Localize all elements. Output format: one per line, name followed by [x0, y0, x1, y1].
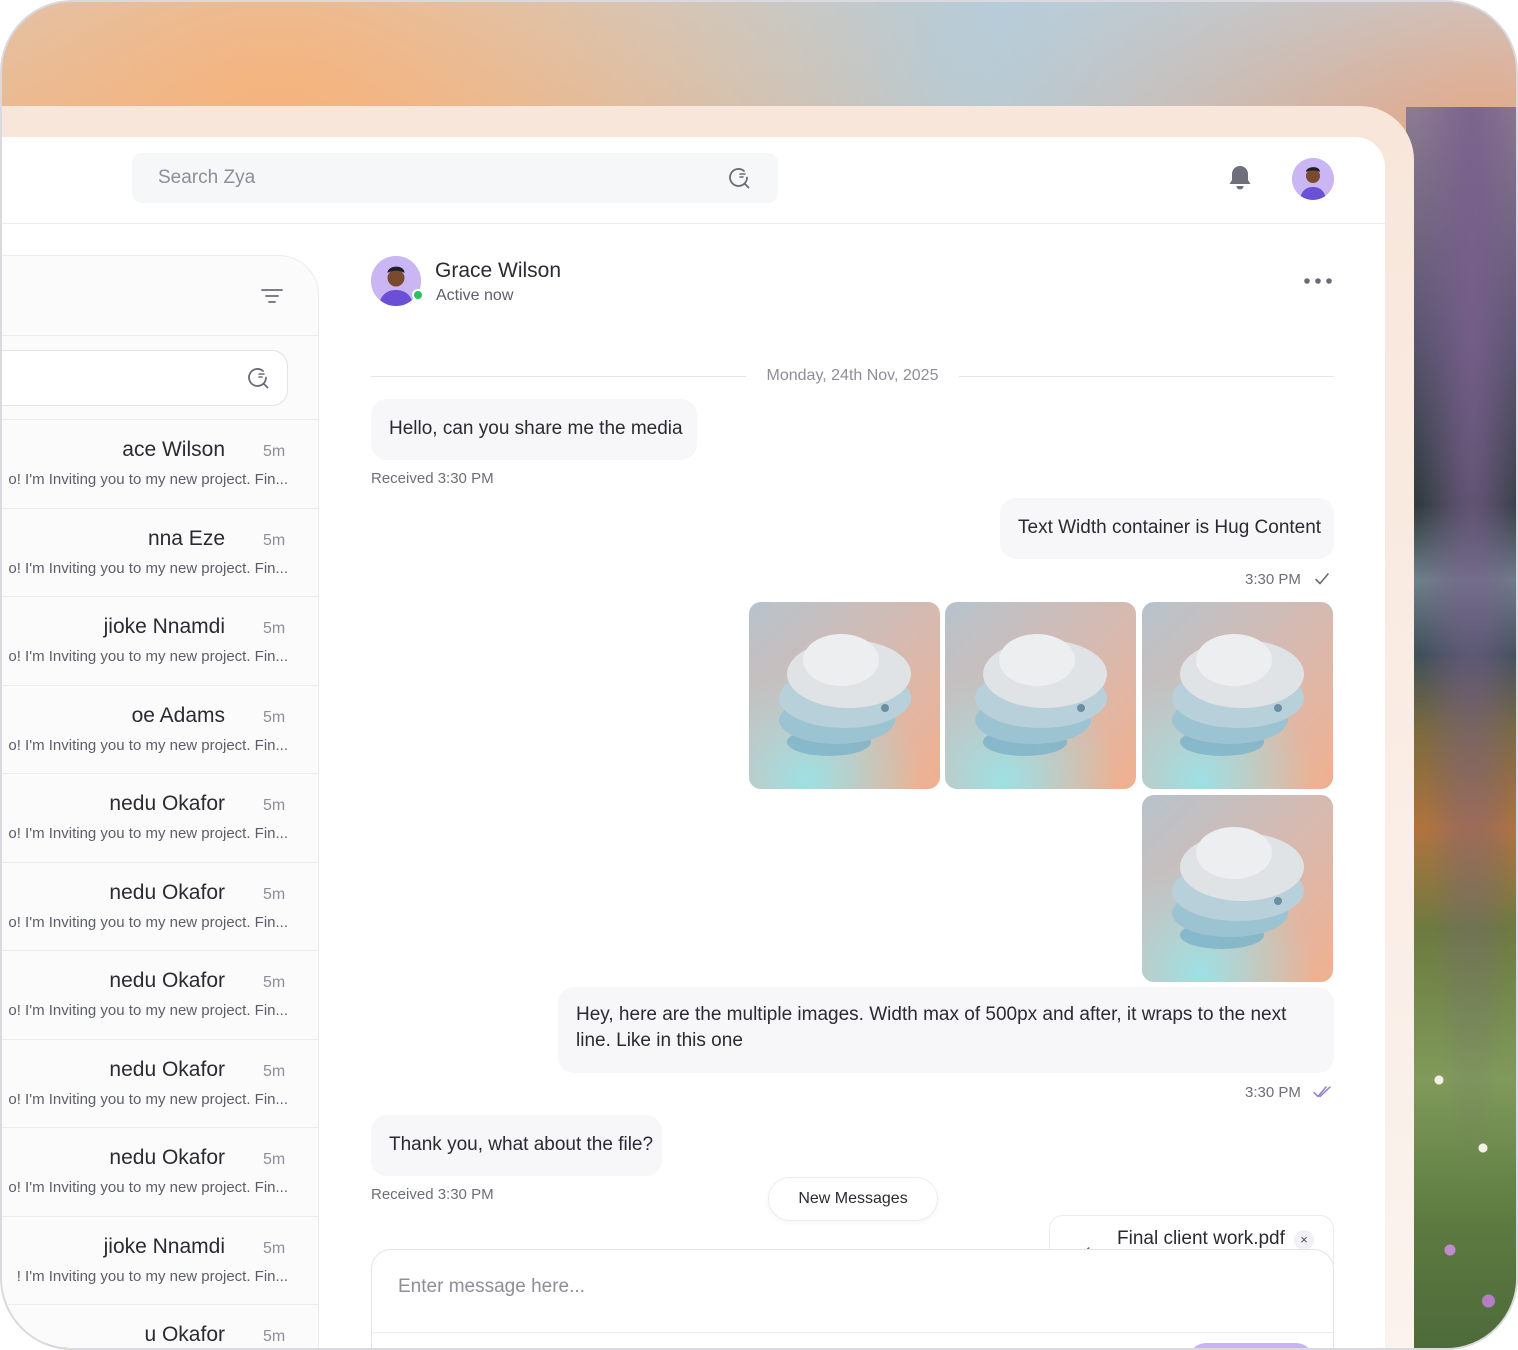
chat-contact-name: nna Eze: [147, 526, 225, 550]
chat-list-item[interactable]: ace Wilson 5m o! I'm Inviting you to my ne…: [2, 420, 318, 509]
chat-list-item[interactable]: u Okafor 5m: [2, 1305, 318, 1348]
top-bar: Search Zya: [2, 137, 1385, 224]
message-bubble-received[interactable]: Thank you, what about the file?: [371, 1115, 662, 1176]
chat-time: 5m: [263, 974, 286, 991]
chat-preview: o! I'm Inviting you to my new project. F…: [8, 1090, 288, 1108]
message-text: Text Width container is Hug Content: [1018, 517, 1322, 538]
chat-contact-name: jioke Nnamdi: [103, 1234, 225, 1258]
message-bubble-sent[interactable]: Hey, here are the multiple images. Width…: [558, 987, 1334, 1073]
chat-time: 5m: [263, 1062, 286, 1080]
chat-contact-name: nedu Okafor: [109, 1057, 225, 1081]
message-meta: 3:30 PM: [1245, 1084, 1301, 1101]
chat-time: 5m: [263, 885, 286, 903]
bell-icon[interactable]: [1227, 164, 1253, 192]
messaging-app: Search Zya ace Wilson 5m o! I'm Inviting…: [2, 137, 1385, 1348]
close-icon[interactable]: ×: [1294, 1230, 1314, 1250]
global-search-placeholder: Search Zya: [158, 167, 256, 188]
read-double-check-icon: [1313, 1086, 1331, 1098]
background-painting: [1406, 107, 1516, 1348]
media-thumbnail[interactable]: [1142, 795, 1333, 982]
chat-time: 5m: [263, 797, 286, 814]
message-bubble-sent[interactable]: Text Width container is Hug Content: [1000, 498, 1334, 559]
date-divider: Monday, 24th Nov, 2025: [371, 365, 1334, 389]
chat-contact-name: nedu Okafor: [109, 792, 225, 815]
chat-list-item[interactable]: nedu Okafor 5m o! I'm Inviting you to my n…: [2, 863, 318, 951]
chat-contact-name: jioke Nnamdi: [103, 615, 225, 638]
message-input-placeholder: Enter message here...: [398, 1276, 585, 1297]
chat-list-item[interactable]: nedu Okafor 5m o! I'm Inviting you to my n…: [2, 1040, 318, 1128]
date-divider-label: Monday, 24th Nov, 2025: [766, 367, 939, 384]
chat-time: 5m: [263, 620, 286, 637]
chat-contact-name: ace Wilson: [122, 438, 225, 461]
sidebar-header: es: [2, 256, 318, 336]
chat-list-item[interactable]: nedu Okafor 5m o! I'm Inviting you to my n…: [2, 1128, 318, 1217]
chat-list-item[interactable]: nedu Okafor 5m o! I'm Inviting you to my n…: [2, 774, 318, 863]
chat-list-item[interactable]: nna Eze 5m o! I'm Inviting you to my new p…: [2, 509, 318, 597]
chat-preview: o! I'm Inviting you to my new project. F…: [8, 559, 288, 577]
chat-list-item[interactable]: oe Adams 5m o! I'm Inviting you to my new …: [2, 686, 318, 774]
chat-contact-name: oe Adams: [131, 703, 225, 727]
chat-time: 5m: [263, 1239, 286, 1257]
file-name: Final client work.pdf: [1117, 1228, 1285, 1249]
chat-preview: o! I'm Inviting you to my new project. F…: [8, 471, 288, 488]
contact-name: Grace Wilson: [435, 259, 562, 282]
chat-time: 5m: [263, 1151, 286, 1168]
message-composer[interactable]: Enter message here...: [371, 1249, 1334, 1348]
message-meta: Received 3:30 PM: [371, 470, 494, 487]
chat-search-input[interactable]: hats: [2, 350, 288, 406]
chat-preview: o! I'm Inviting you to my new project. F…: [8, 825, 288, 842]
chat-time: 5m: [263, 531, 286, 549]
device-frame: Search Zya ace Wilson 5m o! I'm Inviting…: [0, 0, 1518, 1350]
chat-preview: o! I'm Inviting you to my new project. F…: [8, 1179, 288, 1196]
more-options-icon[interactable]: [1303, 277, 1333, 285]
chat-preview: ! I'm Inviting you to my new project. Fi…: [16, 1267, 288, 1285]
chat-contact-name: nedu Okafor: [109, 969, 225, 992]
online-status-dot: [412, 289, 424, 301]
search-refresh-icon[interactable]: [726, 165, 752, 191]
chat-time: 5m: [263, 708, 286, 726]
message-text: Thank you, what about the file?: [389, 1134, 654, 1155]
contact-status: Active now: [436, 287, 514, 304]
new-messages-button[interactable]: New Messages: [768, 1177, 938, 1221]
chat-time: 5m: [263, 443, 286, 460]
filter-icon[interactable]: [260, 286, 284, 306]
global-search-input[interactable]: Search Zya: [132, 153, 778, 203]
chat-time: 5m: [263, 1328, 286, 1345]
chat-contact-name: nedu Okafor: [109, 1146, 225, 1169]
chat-list-item[interactable]: jioke Nnamdi 5m ! I'm Inviting you to my n…: [2, 1217, 318, 1305]
media-thumbnail[interactable]: [1142, 602, 1333, 789]
message-meta: Received 3:30 PM: [371, 1186, 494, 1203]
composer-divider: [372, 1332, 1333, 1333]
message-bubble-received[interactable]: Hello, can you share me the media: [371, 399, 697, 460]
user-avatar[interactable]: [1292, 158, 1334, 200]
chat-contact-name: u Okafor: [144, 1323, 225, 1346]
search-refresh-icon[interactable]: [245, 365, 271, 391]
media-thumbnail[interactable]: [749, 602, 940, 789]
chat-list: ace Wilson 5m o! I'm Inviting you to my ne…: [2, 419, 318, 1348]
chat-header: Grace Wilson Active now: [371, 255, 1334, 315]
chat-contact-name: nedu Okafor: [109, 880, 225, 904]
chat-list-item[interactable]: jioke Nnamdi 5m o! I'm Inviting you to my …: [2, 597, 318, 686]
message-text: Hello, can you share me the media: [389, 418, 683, 439]
chat-preview: o! I'm Inviting you to my new project. F…: [8, 736, 288, 754]
chat-list-item[interactable]: nedu Okafor 5m o! I'm Inviting you to my n…: [2, 951, 318, 1040]
chat-preview: o! I'm Inviting you to my new project. F…: [8, 913, 288, 931]
chat-sidebar: es hats ace Wilson 5m o! I'm Inviting you …: [2, 255, 319, 1348]
sent-check-icon: [1315, 573, 1329, 585]
send-button[interactable]: [1188, 1343, 1314, 1348]
message-text: Hey, here are the multiple images. Width…: [576, 1004, 1287, 1051]
chat-preview: o! I'm Inviting you to my new project. F…: [8, 1002, 288, 1019]
message-meta: 3:30 PM: [1245, 571, 1301, 588]
media-thumbnail[interactable]: [945, 602, 1136, 789]
chat-preview: o! I'm Inviting you to my new project. F…: [8, 648, 288, 665]
